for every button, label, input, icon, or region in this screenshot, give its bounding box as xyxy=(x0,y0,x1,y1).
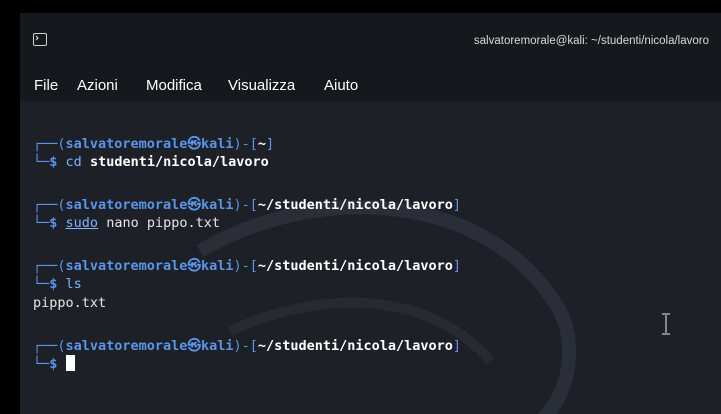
terminal-window: salvatoremorale@kali: ~/studenti/nicola/… xyxy=(20,13,721,414)
prompt-line: ┌──(salvatoremorale㉿kali)-[~/studenti/ni… xyxy=(33,258,462,274)
menu-azioni[interactable]: Azioni xyxy=(77,77,118,94)
terminal-output-area[interactable]: ┌──(salvatoremorale㉿kali)-[~] └─$ cd stu… xyxy=(20,101,721,414)
prompt-line: ┌──(salvatoremorale㉿kali)-[~] xyxy=(33,136,275,152)
menu-modifica[interactable]: Modifica xyxy=(146,77,202,94)
window-title: salvatoremorale@kali: ~/studenti/nicola/… xyxy=(473,35,709,47)
prompt-line: ┌──(salvatoremorale㉿kali)-[~/studenti/ni… xyxy=(33,197,462,213)
terminal-app-icon[interactable] xyxy=(33,33,47,46)
menu-file[interactable]: File xyxy=(34,77,58,94)
text-ibeam-cursor-icon xyxy=(662,313,670,335)
prompt-line: ┌──(salvatoremorale㉿kali)-[~/studenti/ni… xyxy=(33,338,462,354)
ls-output: pippo.txt xyxy=(33,295,107,311)
menu-visualizza[interactable]: Visualizza xyxy=(228,77,295,94)
title-bar[interactable]: salvatoremorale@kali: ~/studenti/nicola/… xyxy=(20,13,721,63)
command-line: └─$ cd studenti/nicola/lavoro xyxy=(33,154,269,170)
menu-aiuto[interactable]: Aiuto xyxy=(324,77,358,94)
command-line: └─$ ls xyxy=(33,276,82,292)
command-line: └─$ sudo nano pippo.txt xyxy=(33,215,220,231)
text-cursor xyxy=(65,355,75,371)
menu-bar: File Azioni Modifica Visualizza Aiuto xyxy=(20,63,721,101)
command-line: └─$ xyxy=(33,355,75,373)
